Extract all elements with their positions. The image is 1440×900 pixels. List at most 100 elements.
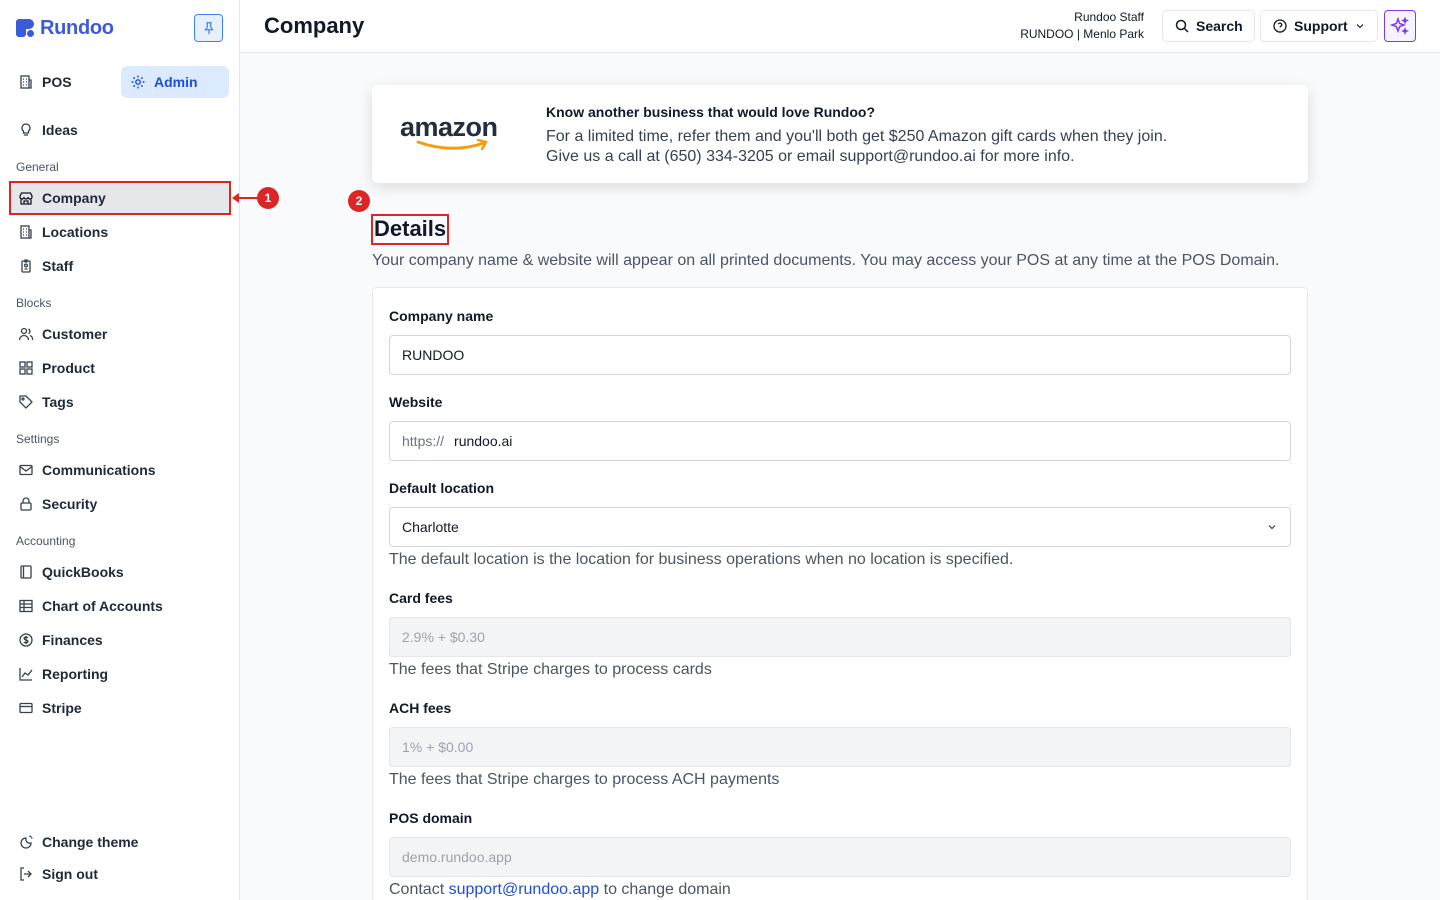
default-location-help: The default location is the location for… bbox=[389, 551, 1014, 568]
user-org: RUNDOO | Menlo Park bbox=[1020, 27, 1144, 41]
page-title: Company bbox=[264, 13, 365, 38]
nav-stripe[interactable]: Stripe bbox=[10, 692, 82, 724]
nav-company-label: Company bbox=[42, 190, 106, 206]
promo-line-2: Give us a call at (650) 334-3205 or emai… bbox=[546, 148, 1075, 165]
pos-domain-field: demo.rundoo.app bbox=[389, 837, 1291, 877]
nav-pos[interactable]: POS bbox=[10, 66, 72, 98]
dollar-circle-icon bbox=[19, 633, 33, 647]
annotation-arrow-head bbox=[232, 193, 239, 203]
nav-reporting-label: Reporting bbox=[42, 666, 109, 682]
promo-title: Know another business that would love Ru… bbox=[546, 104, 875, 120]
change-theme-label: Change theme bbox=[42, 834, 139, 850]
card-fees-field: 2.9% + $0.30 bbox=[389, 617, 1291, 657]
default-location-select[interactable]: Charlotte bbox=[389, 507, 1291, 547]
default-location-label: Default location bbox=[389, 480, 495, 496]
nav-product-label: Product bbox=[42, 360, 95, 376]
nav-product[interactable]: Product bbox=[10, 352, 95, 384]
nav-tags-label: Tags bbox=[42, 394, 74, 410]
sign-out-label: Sign out bbox=[42, 866, 98, 882]
nav-finances-label: Finances bbox=[42, 632, 103, 648]
lock-icon bbox=[20, 497, 32, 511]
nav-quickbooks-label: QuickBooks bbox=[42, 564, 124, 580]
website-prefix: https:// bbox=[402, 433, 445, 449]
support-label: Support bbox=[1294, 18, 1348, 34]
company-name-input[interactable] bbox=[402, 347, 1278, 363]
amazon-smile-icon bbox=[416, 138, 488, 151]
nav-chart-of-accounts-label: Chart of Accounts bbox=[42, 598, 163, 614]
pos-domain-help: Contact support@rundoo.app to change dom… bbox=[389, 881, 731, 899]
card-fees-help: The fees that Stripe charges to process … bbox=[389, 661, 712, 678]
amazon-logo: amazon bbox=[400, 112, 504, 152]
book-icon bbox=[20, 565, 32, 579]
badge-icon bbox=[21, 259, 31, 273]
nav-staff-label: Staff bbox=[42, 258, 74, 274]
ach-fees-help: The fees that Stripe charges to process … bbox=[389, 771, 780, 788]
nav-chart-of-accounts[interactable]: Chart of Accounts bbox=[10, 590, 163, 622]
nav-security-label: Security bbox=[42, 496, 98, 512]
user-name: Rundoo Staff bbox=[1074, 10, 1144, 24]
section-settings: Settings bbox=[16, 432, 60, 446]
mail-icon bbox=[19, 464, 33, 476]
referral-promo-banner: amazon Know another business that would … bbox=[372, 85, 1308, 183]
ach-fees-value: 1% + $0.00 bbox=[402, 739, 474, 755]
support-email-link[interactable]: support@rundoo.app bbox=[449, 881, 600, 898]
search-button[interactable]: Search bbox=[1162, 10, 1255, 42]
building-icon bbox=[20, 75, 32, 89]
nav-company[interactable]: Company bbox=[10, 182, 106, 214]
details-description: Your company name & website will appear … bbox=[372, 252, 1280, 269]
pos-domain-label: POS domain bbox=[389, 810, 473, 826]
annotation-arrow-line bbox=[238, 197, 258, 199]
nav-reporting[interactable]: Reporting bbox=[10, 658, 108, 690]
website-field[interactable]: https:// bbox=[389, 421, 1291, 461]
nav-ideas-label: Ideas bbox=[42, 122, 78, 138]
users-icon bbox=[18, 327, 34, 341]
nav-finances[interactable]: Finances bbox=[10, 624, 103, 656]
website-input[interactable] bbox=[454, 433, 1278, 449]
search-label: Search bbox=[1196, 18, 1243, 34]
top-header: Company Rundoo Staff RUNDOO | Menlo Park… bbox=[240, 0, 1440, 53]
search-icon bbox=[1175, 19, 1189, 33]
ach-fees-label: ACH fees bbox=[389, 700, 452, 716]
details-heading: Details bbox=[371, 214, 450, 245]
details-form-card: Company name Website https:// Default lo… bbox=[372, 287, 1308, 900]
section-general: General bbox=[16, 160, 59, 174]
rundoo-logo-icon bbox=[16, 19, 34, 37]
brand-logo[interactable]: Rundoo bbox=[16, 16, 114, 40]
theme-icon bbox=[20, 835, 33, 849]
default-location-value: Charlotte bbox=[402, 519, 459, 535]
nav-ideas[interactable]: Ideas bbox=[10, 114, 78, 146]
company-name-field[interactable] bbox=[389, 335, 1291, 375]
nav-staff[interactable]: Staff bbox=[10, 250, 73, 282]
nav-locations[interactable]: Locations bbox=[10, 216, 108, 248]
pin-icon bbox=[203, 22, 214, 35]
nav-quickbooks[interactable]: QuickBooks bbox=[10, 556, 124, 588]
line-chart-icon bbox=[19, 668, 33, 681]
annotation-badge-2: 2 bbox=[348, 190, 370, 212]
store-icon bbox=[19, 192, 33, 205]
nav-customer[interactable]: Customer bbox=[10, 318, 107, 350]
website-label: Website bbox=[389, 394, 443, 410]
sign-out-button[interactable]: Sign out bbox=[10, 858, 98, 890]
nav-admin[interactable]: Admin bbox=[121, 66, 229, 98]
ach-fees-field: 1% + $0.00 bbox=[389, 727, 1291, 767]
chevron-down-icon bbox=[1356, 24, 1364, 29]
nav-tags[interactable]: Tags bbox=[10, 386, 74, 418]
table-icon bbox=[19, 599, 33, 613]
nav-communications[interactable]: Communications bbox=[10, 454, 156, 486]
nav-communications-label: Communications bbox=[42, 462, 156, 478]
building-icon bbox=[20, 225, 32, 239]
pos-domain-help-suffix: to change domain bbox=[603, 881, 731, 898]
support-button[interactable]: Support bbox=[1260, 10, 1378, 42]
nav-pos-label: POS bbox=[42, 74, 72, 90]
gear-icon bbox=[131, 75, 145, 89]
change-theme-button[interactable]: Change theme bbox=[10, 826, 138, 858]
sign-out-icon bbox=[20, 867, 32, 881]
ai-assistant-button[interactable] bbox=[1384, 10, 1416, 42]
nav-security[interactable]: Security bbox=[10, 488, 97, 520]
section-blocks: Blocks bbox=[16, 296, 52, 310]
annotation-badge-1: 1 bbox=[257, 187, 279, 209]
help-circle-icon bbox=[1273, 19, 1287, 33]
user-info: Rundoo Staff RUNDOO | Menlo Park bbox=[1020, 9, 1144, 43]
lightbulb-icon bbox=[21, 123, 31, 136]
pin-sidebar-button[interactable] bbox=[194, 14, 223, 42]
